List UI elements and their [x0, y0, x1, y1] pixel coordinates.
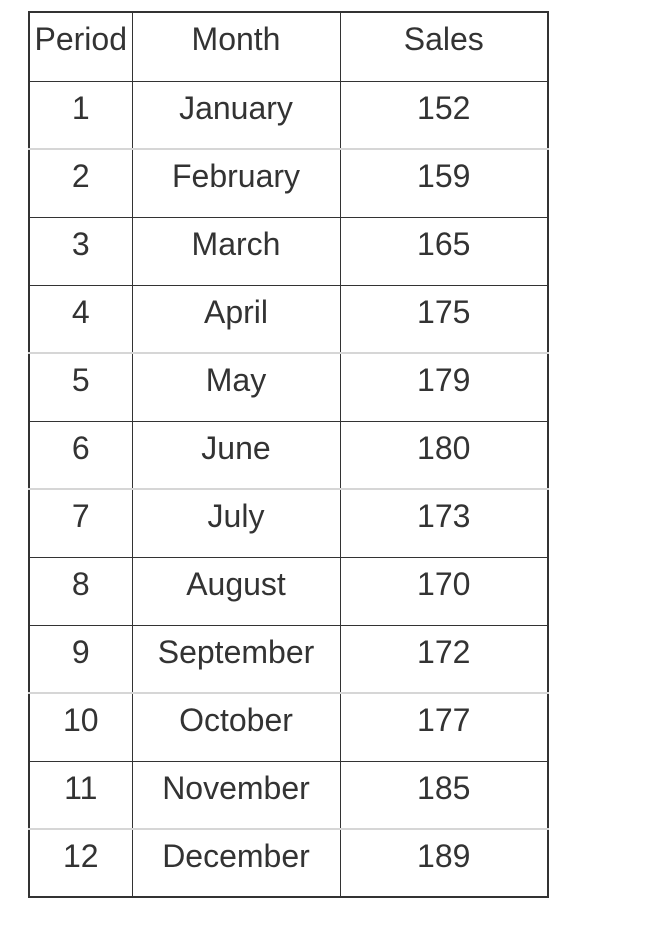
cell-sales: 180	[339, 420, 549, 489]
cell-month: September	[131, 624, 341, 693]
cell-month: November	[131, 760, 341, 829]
header-sales: Sales	[339, 12, 549, 82]
table-header-row: Period Month Sales	[28, 12, 549, 82]
table-row: 12 December 189	[28, 828, 549, 897]
cell-month: January	[131, 80, 341, 149]
cell-month: May	[131, 352, 341, 421]
cell-month: June	[131, 420, 341, 489]
cell-sales: 185	[339, 760, 549, 829]
cell-period: 9	[28, 624, 133, 693]
cell-period: 1	[28, 80, 133, 149]
cell-period: 7	[28, 488, 133, 557]
cell-month: August	[131, 556, 341, 625]
cell-sales: 175	[339, 284, 549, 353]
table-row: 7 July 173	[28, 488, 549, 557]
table-row: 4 April 175	[28, 284, 549, 353]
table-row: 3 March 165	[28, 216, 549, 285]
cell-period: 2	[28, 148, 133, 217]
table-row: 9 September 172	[28, 624, 549, 693]
cell-sales: 170	[339, 556, 549, 625]
cell-period: 8	[28, 556, 133, 625]
cell-sales: 173	[339, 488, 549, 557]
cell-sales: 165	[339, 216, 549, 285]
cell-sales: 179	[339, 352, 549, 421]
cell-period: 6	[28, 420, 133, 489]
cell-period: 12	[28, 828, 133, 897]
cell-period: 5	[28, 352, 133, 421]
cell-sales: 177	[339, 692, 549, 761]
table-row: 1 January 152	[28, 80, 549, 149]
table-row: 8 August 170	[28, 556, 549, 625]
cell-month: February	[131, 148, 341, 217]
table-row: 10 October 177	[28, 692, 549, 761]
table-row: 6 June 180	[28, 420, 549, 489]
table-row: 11 November 185	[28, 760, 549, 829]
cell-month: July	[131, 488, 341, 557]
table-row: 2 February 159	[28, 148, 549, 217]
cell-month: April	[131, 284, 341, 353]
cell-period: 3	[28, 216, 133, 285]
cell-month: March	[131, 216, 341, 285]
sales-table: Period Month Sales 1 January 152 2 Febru…	[28, 11, 549, 898]
cell-period: 10	[28, 692, 133, 761]
cell-sales: 172	[339, 624, 549, 693]
header-period: Period	[28, 12, 133, 82]
cell-sales: 159	[339, 148, 549, 217]
header-month: Month	[131, 12, 341, 82]
cell-period: 11	[28, 760, 133, 829]
cell-month: December	[131, 828, 341, 897]
cell-sales: 152	[339, 80, 549, 149]
cell-period: 4	[28, 284, 133, 353]
cell-month: October	[131, 692, 341, 761]
table-row: 5 May 179	[28, 352, 549, 421]
cell-sales: 189	[339, 828, 549, 897]
